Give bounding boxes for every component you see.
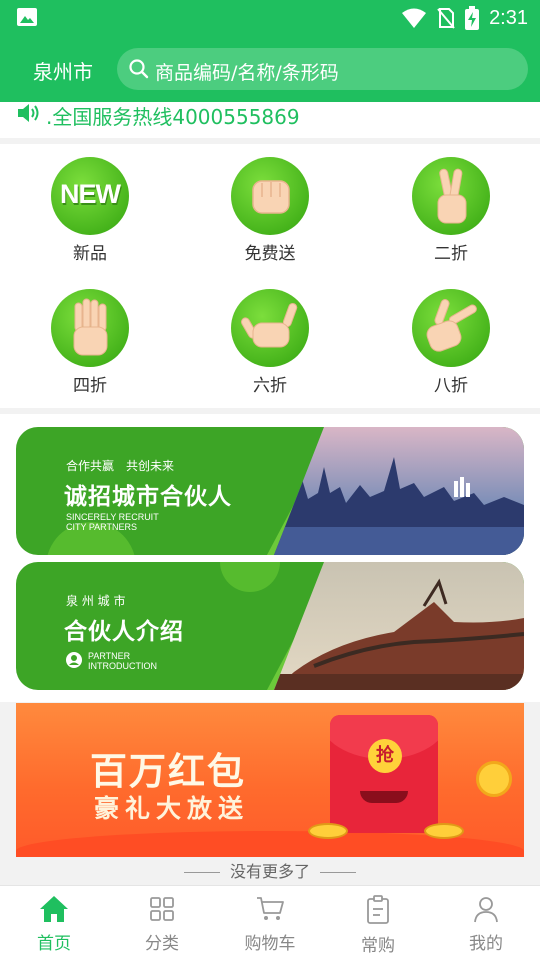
tab-home[interactable]: 首页 <box>0 886 108 960</box>
no-sim-icon <box>437 8 455 29</box>
category-40-off[interactable]: 四折 <box>30 289 150 409</box>
partner-introduction-banner[interactable]: 泉 州 城 市 合伙人介绍 PARTNER INTRODUCTION <box>16 562 524 690</box>
clipboard-icon <box>367 895 389 924</box>
new-badge-text: NEW <box>60 179 121 209</box>
tab-label: 分类 <box>145 934 179 954</box>
grid-icon <box>150 897 174 921</box>
no-more-text: 没有更多了 <box>229 862 310 881</box>
bottom-tab-bar: 首页 分类 购物车 常购 我的 <box>0 885 540 960</box>
category-20-off[interactable]: 二折 <box>391 157 511 277</box>
coin-stack-icon <box>308 823 348 839</box>
city-selector[interactable]: 泉州市 <box>33 56 93 85</box>
wifi-icon <box>402 8 427 28</box>
search-input[interactable]: 商品编码/名称/条形码 <box>117 48 528 90</box>
status-bar: 2:31 <box>0 0 540 36</box>
image-icon <box>17 8 37 26</box>
coin-stack-icon <box>424 823 464 839</box>
banner-slogan: 泉 州 城 市 <box>66 594 126 608</box>
tab-category[interactable]: 分类 <box>108 886 216 960</box>
promo-subtitle: 豪礼大放送 <box>94 794 250 823</box>
top-header: 泉州市 商品编码/名称/条形码 <box>0 36 540 102</box>
tab-label: 我的 <box>469 934 503 954</box>
battery-charging-icon <box>465 6 480 30</box>
notice-bar[interactable]: .全国服务热线4000555869 <box>0 102 540 138</box>
tab-mine[interactable]: 我的 <box>432 886 540 960</box>
banner-title: 诚招城市合伙人 <box>64 484 232 510</box>
eight-hand-icon <box>412 289 490 367</box>
red-envelope-promo-banner[interactable]: 百万红包 豪礼大放送 抢 <box>16 703 524 857</box>
search-placeholder: 商品编码/名称/条形码 <box>155 62 339 84</box>
home-icon <box>40 896 68 922</box>
tab-frequent[interactable]: 常购 <box>324 886 432 960</box>
banner-english-1: PARTNER <box>88 651 131 661</box>
coin-icon <box>476 761 512 797</box>
clock: 2:31 <box>489 6 528 29</box>
person-circle-icon <box>66 652 82 668</box>
banner-english-2: CITY PARTNERS <box>66 522 138 532</box>
category-free[interactable]: 免费送 <box>210 157 330 277</box>
search-icon <box>129 59 149 79</box>
category-label: 新品 <box>73 244 107 264</box>
category-80-off[interactable]: 八折 <box>391 289 511 409</box>
category-label: 四折 <box>73 376 107 396</box>
red-envelope-icon: 抢 <box>330 715 438 833</box>
speaker-icon <box>18 104 39 122</box>
envelope-grab-char: 抢 <box>368 739 402 773</box>
category-new[interactable]: NEW 新品 <box>30 157 150 277</box>
category-label: 免费送 <box>244 244 296 264</box>
four-fingers-hand-icon <box>51 289 129 367</box>
category-60-off[interactable]: 六折 <box>210 289 330 409</box>
cart-icon <box>257 897 284 920</box>
banner-slogan: 合作共赢 共创未来 <box>66 459 175 473</box>
user-icon <box>474 897 498 923</box>
tab-label: 购物车 <box>244 934 296 954</box>
fist-hand-icon <box>231 157 309 235</box>
banner-english-1: SINCERELY RECRUIT <box>66 512 159 522</box>
banner-english-2: INTRODUCTION <box>88 661 157 671</box>
category-label: 二折 <box>434 244 468 264</box>
banner-title: 合伙人介绍 <box>64 619 184 645</box>
new-badge-icon: NEW <box>51 157 129 235</box>
category-label: 八折 <box>434 376 468 396</box>
category-label: 六折 <box>253 376 287 396</box>
city-partner-recruit-banner[interactable]: 合作共赢 共创未来 诚招城市合伙人 SINCERELY RECRUIT CITY… <box>16 427 524 555</box>
tab-label: 常购 <box>361 936 395 956</box>
two-fingers-hand-icon <box>412 157 490 235</box>
six-hand-icon <box>231 289 309 367</box>
tab-cart[interactable]: 购物车 <box>216 886 324 960</box>
no-more-indicator: 没有更多了 <box>0 858 540 886</box>
hotline-text: .全国服务热线4000555869 <box>46 105 300 129</box>
category-grid: NEW 新品 免费送 二折 四折 六折 八折 <box>0 144 540 408</box>
promo-title: 百万红包 <box>90 750 246 793</box>
tab-label: 首页 <box>37 934 71 954</box>
